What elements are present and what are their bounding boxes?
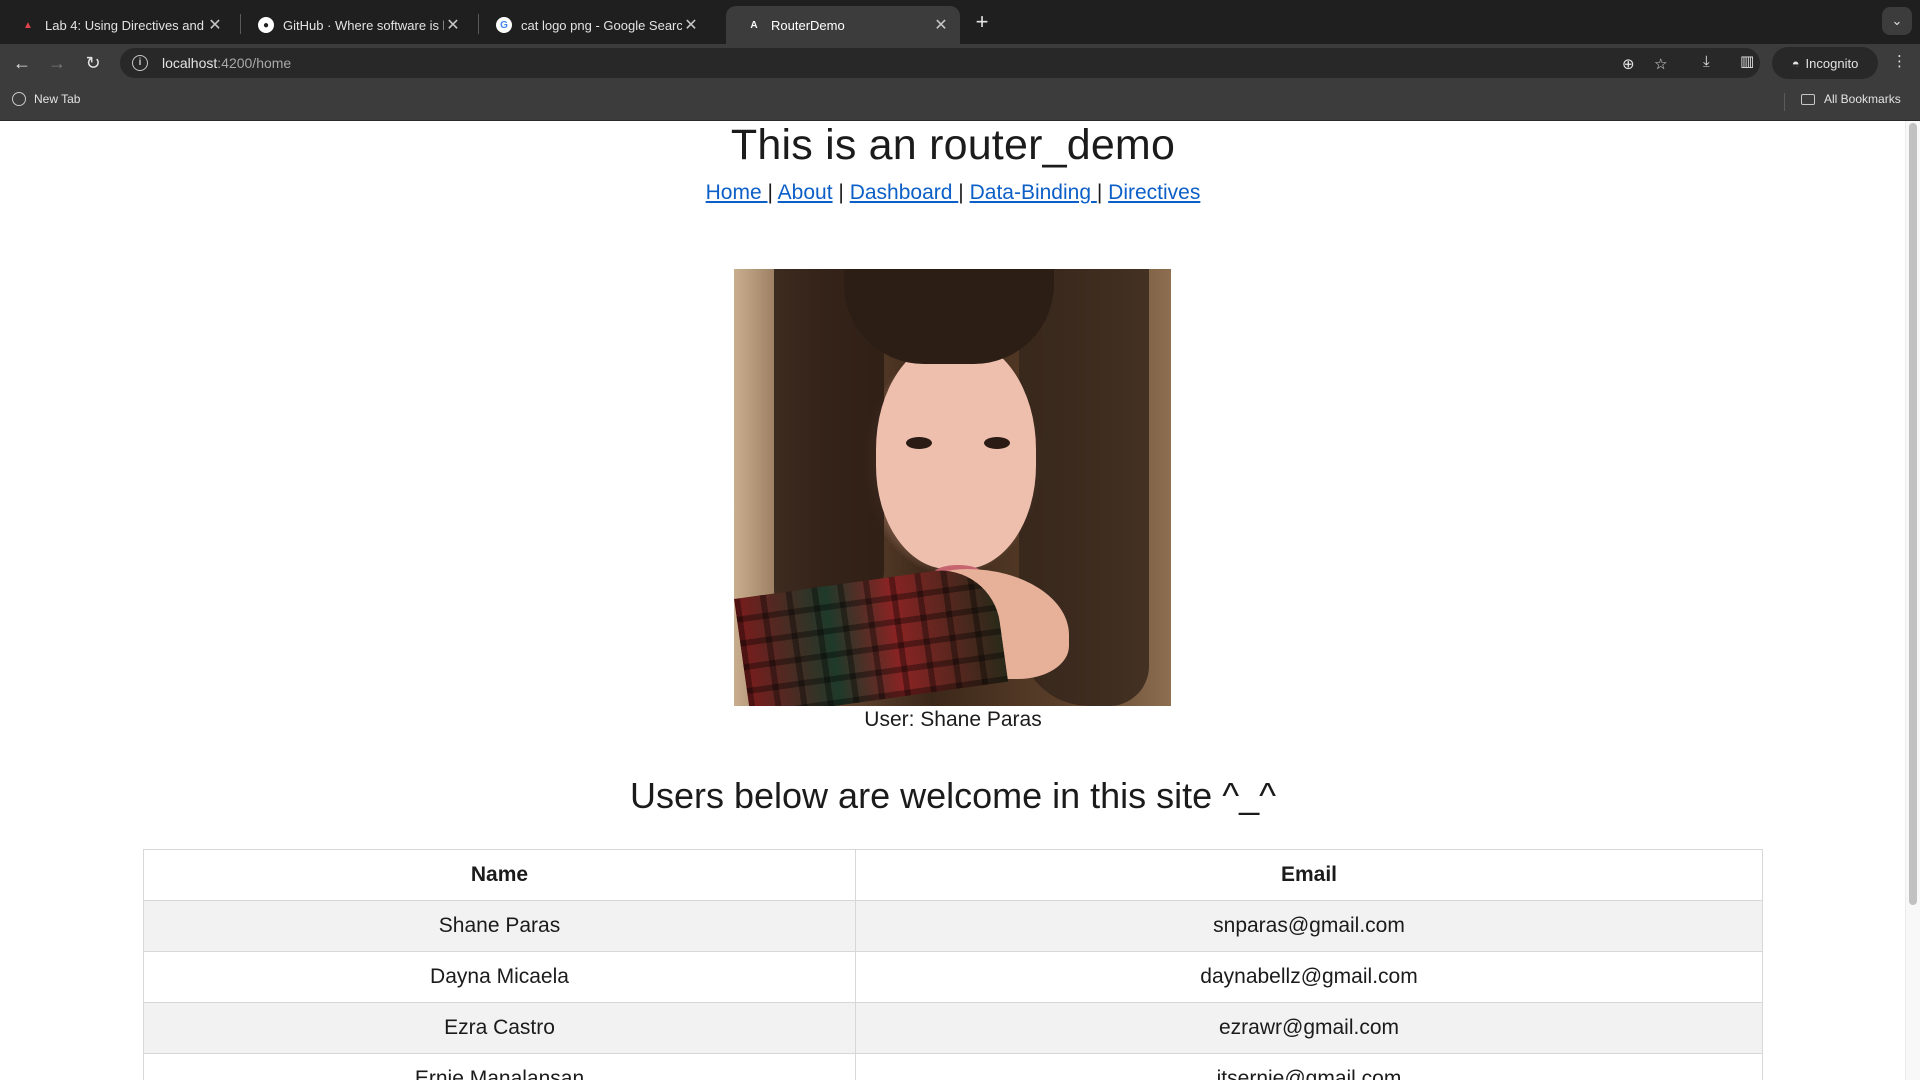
users-table: Name Email Shane Paras snparas@gmail.com… xyxy=(143,849,1763,1080)
user-name-cell: Ernie Manalansan xyxy=(143,1053,856,1080)
nav-link-about[interactable]: About xyxy=(778,181,833,204)
forward-button[interactable]: → xyxy=(44,50,70,76)
bookmark-label: New Tab xyxy=(34,92,81,106)
user-name-cell: Ezra Castro xyxy=(143,1002,856,1054)
table-header-row: Name Email xyxy=(143,849,1763,901)
reload-icon: ↻ xyxy=(85,53,101,73)
nav-separator: | xyxy=(958,181,964,204)
scrollbar-thumb[interactable] xyxy=(1909,123,1917,905)
nav-link-dashboard[interactable]: Dashboard xyxy=(850,181,959,204)
column-header-email: Email xyxy=(855,849,1763,901)
table-row: Dayna Micaela daynabellz@gmail.com xyxy=(143,951,1763,1003)
menu-icon[interactable]: ⋮ xyxy=(1892,52,1907,70)
chevron-down-icon: ⌄ xyxy=(1891,13,1903,28)
tab-title: cat logo png - Google Search xyxy=(521,17,682,33)
download-icon[interactable]: ⤓ xyxy=(1703,53,1710,70)
github-icon: ● xyxy=(258,17,274,33)
close-tab-icon[interactable]: ✕ xyxy=(206,15,224,35)
bookmarks-bar: New Tab All Bookmarks xyxy=(0,82,1920,121)
browser-tab[interactable]: ▲ Lab 4: Using Directives and R ✕ xyxy=(0,6,234,44)
site-info-icon[interactable]: i xyxy=(132,55,148,71)
page-scrollbar[interactable] xyxy=(1905,121,1920,1080)
incognito-icon: ◓ xyxy=(1791,55,1800,71)
nav-separator: | xyxy=(838,181,844,204)
browser-tab[interactable]: G cat logo png - Google Search ✕ xyxy=(476,6,710,44)
folder-icon xyxy=(1801,93,1815,105)
bookmarks-divider xyxy=(1784,93,1785,111)
user-email-cell: snparas@gmail.com xyxy=(855,900,1763,952)
table-row: Shane Paras snparas@gmail.com xyxy=(143,900,1763,952)
main-nav: Home | About | Dashboard | Data-Binding … xyxy=(0,181,1906,205)
arrow-right-icon: → xyxy=(48,53,66,73)
page-viewport: This is an router_demo Home | About | Da… xyxy=(0,121,1920,1080)
tab-strip: ▲ Lab 4: Using Directives and R ✕ ● GitH… xyxy=(0,0,1920,44)
angular-red-icon: ▲ xyxy=(23,19,33,31)
table-row: Ezra Castro ezrawr@gmail.com xyxy=(143,1002,1763,1054)
close-tab-icon[interactable]: ✕ xyxy=(444,15,462,35)
arrow-left-icon: ← xyxy=(13,53,31,73)
all-bookmarks-label: All Bookmarks xyxy=(1824,92,1901,106)
tab-title: RouterDemo xyxy=(771,17,845,33)
tab-title: GitHub · Where software is bu xyxy=(283,17,444,33)
url-host: localhost xyxy=(162,55,218,71)
column-header-name: Name xyxy=(143,849,856,901)
close-tab-icon[interactable]: ✕ xyxy=(932,15,950,35)
tab-search-button[interactable]: ⌄ xyxy=(1882,7,1912,35)
user-profile-photo xyxy=(734,269,1171,706)
user-email-cell: ezrawr@gmail.com xyxy=(855,1002,1763,1054)
google-icon: G xyxy=(496,17,512,33)
url-path: :4200/home xyxy=(217,55,292,71)
bookmark-new-tab[interactable]: New Tab xyxy=(12,92,80,106)
angular-icon: A xyxy=(750,19,758,31)
user-email-cell: daynabellz@gmail.com xyxy=(855,951,1763,1003)
reload-button[interactable]: ↻ xyxy=(80,50,106,76)
tab-title: Lab 4: Using Directives and R xyxy=(45,17,206,33)
nav-link-directives[interactable]: Directives xyxy=(1108,181,1200,204)
welcome-heading: Users below are welcome in this site ^_^ xyxy=(629,775,1277,816)
side-panel-icon[interactable]: ▥ xyxy=(1740,52,1754,70)
browser-tab[interactable]: ● GitHub · Where software is bu ✕ xyxy=(238,6,472,44)
new-tab-button[interactable]: + xyxy=(968,8,996,36)
browser-tab-active[interactable]: A RouterDemo ✕ xyxy=(726,6,960,44)
table-row: Ernie Manalansan itsernie@gmail.com xyxy=(143,1053,1763,1080)
user-name-cell: Shane Paras xyxy=(143,900,856,952)
nav-separator: | xyxy=(767,181,773,204)
incognito-label: Incognito xyxy=(1805,55,1859,71)
incognito-badge[interactable]: ◓ Incognito xyxy=(1772,47,1878,79)
zoom-icon[interactable]: ⊕ xyxy=(1622,55,1635,73)
user-caption: User: Shane Paras xyxy=(864,708,1042,731)
close-tab-icon[interactable]: ✕ xyxy=(682,15,700,35)
nav-link-home[interactable]: Home xyxy=(706,181,768,204)
url-text[interactable]: localhost:4200/home xyxy=(162,55,291,71)
page-title: This is an router_demo xyxy=(730,121,1176,169)
nav-link-data-binding[interactable]: Data-Binding xyxy=(970,181,1097,204)
address-bar[interactable]: i localhost:4200/home ⊕ ☆ xyxy=(120,48,1760,78)
bookmark-star-icon[interactable]: ☆ xyxy=(1654,55,1667,73)
globe-icon xyxy=(12,92,26,106)
back-button[interactable]: ← xyxy=(9,50,35,76)
browser-toolbar: ← → ↻ i localhost:4200/home ⊕ ☆ ⤓ ▥ ◓ In… xyxy=(0,44,1920,82)
user-name-cell: Dayna Micaela xyxy=(143,951,856,1003)
all-bookmarks-button[interactable]: All Bookmarks xyxy=(1801,92,1901,106)
nav-separator: | xyxy=(1096,181,1103,204)
user-email-cell: itsernie@gmail.com xyxy=(855,1053,1763,1080)
